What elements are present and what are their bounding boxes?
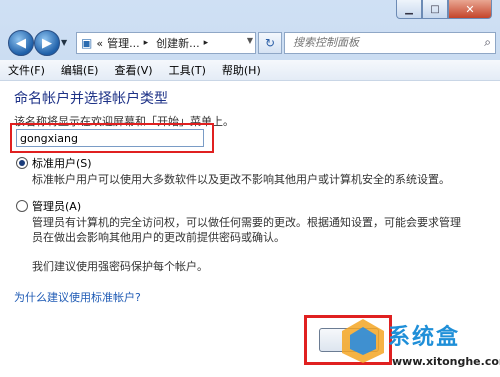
maximize-button[interactable]: □ (422, 0, 448, 19)
account-name-highlight (10, 123, 214, 153)
menu-view[interactable]: 查看(V) (106, 62, 160, 78)
maximize-icon: □ (430, 3, 440, 15)
forward-button[interactable]: ▶ (34, 30, 60, 56)
menu-bar: 文件(F) 编辑(E) 查看(V) 工具(T) 帮助(H) (0, 60, 500, 81)
breadcrumb-create-account[interactable]: 创建新... (156, 35, 200, 51)
refresh-icon: ↻ (264, 36, 276, 50)
breadcrumb-separator[interactable]: ▸ (204, 38, 209, 48)
standard-user-label[interactable]: 标准用户(S) (32, 155, 92, 171)
account-name-input[interactable] (16, 129, 204, 147)
close-icon: ✕ (465, 2, 475, 16)
main-content: 命名帐户并选择帐户类型 该名称将显示在欢迎屏幕和「开始」菜单上。 标准用户(S)… (0, 81, 500, 377)
menu-tools[interactable]: 工具(T) (161, 62, 214, 78)
navigation-bar: ◀ ▶ ▼ ▣ « 管理... ▸ 创建新... ▸ ▼ ↻ ⌕ (0, 26, 500, 60)
back-arrow-icon: ◀ (16, 35, 26, 51)
back-button[interactable]: ◀ (8, 30, 34, 56)
refresh-button[interactable]: ↻ (258, 32, 282, 54)
watermark: 系统盒 www.xitonghe.com (340, 317, 500, 377)
minimize-button[interactable]: ▁ (396, 0, 422, 19)
administrator-description-line2: 员在做出会影响其他用户的更改前提供密码或确认。 (32, 231, 285, 244)
menu-file[interactable]: 文件(F) (0, 62, 53, 78)
title-bar: ▁ □ ✕ (0, 0, 500, 24)
watermark-brand: 系统盒 (388, 325, 461, 350)
standard-user-description: 标准帐户用户可以使用大多数软件以及更改不影响其他用户或计算机安全的系统设置。 (32, 173, 450, 186)
menu-edit[interactable]: 编辑(E) (53, 62, 107, 78)
recent-pages-dropdown-icon[interactable]: ▼ (61, 38, 67, 47)
password-recommendation: 我们建议使用强密码保护每个帐户。 (32, 260, 208, 273)
search-icon[interactable]: ⌕ (484, 35, 491, 50)
minimize-icon: ▁ (405, 3, 413, 15)
breadcrumb-separator[interactable]: ▸ (144, 38, 149, 48)
explorer-window: ▁ □ ✕ ◀ ▶ ▼ ▣ « 管理... ▸ 创建新... ▸ ▼ ↻ ⌕ 文… (0, 0, 500, 377)
menu-help[interactable]: 帮助(H) (214, 62, 269, 78)
control-panel-icon: ▣ (81, 36, 93, 50)
administrator-radio[interactable] (16, 200, 28, 212)
address-bar[interactable]: ▣ « 管理... ▸ 创建新... ▸ ▼ (76, 32, 256, 54)
close-button[interactable]: ✕ (448, 0, 492, 19)
search-input[interactable] (285, 33, 463, 51)
watermark-logo-icon (342, 319, 384, 363)
why-standard-account-link[interactable]: 为什么建议使用标准帐户? (14, 289, 141, 305)
administrator-label[interactable]: 管理员(A) (32, 198, 81, 214)
forward-arrow-icon: ▶ (42, 35, 52, 51)
watermark-url: www.xitonghe.com (392, 355, 500, 368)
page-title: 命名帐户并选择帐户类型 (14, 91, 168, 107)
address-dropdown-icon[interactable]: ▼ (247, 36, 253, 45)
address-chevron: « (96, 36, 104, 50)
search-box[interactable]: ⌕ (284, 32, 496, 54)
breadcrumb-manage-accounts[interactable]: 管理... (107, 35, 140, 51)
standard-user-radio[interactable] (16, 157, 28, 169)
